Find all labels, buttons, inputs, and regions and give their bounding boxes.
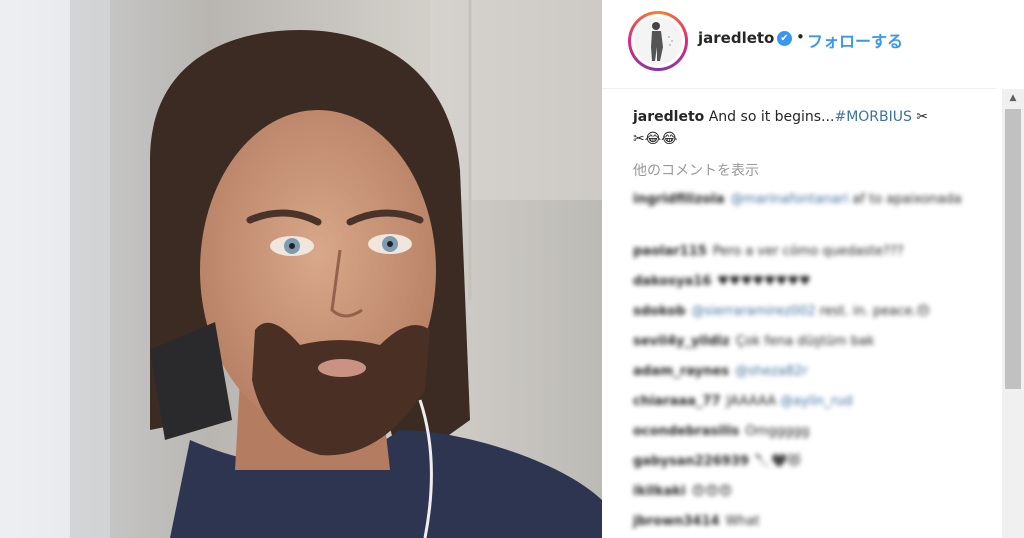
comment-mention[interactable]: @sierraramirez002 [692,304,816,319]
caption-text: And so it begins... [708,109,835,125]
comment-text: Omggggg [745,424,810,439]
post-header: jaredleto ✔ • フォローする [602,0,1024,88]
comment-username[interactable]: ocondebrasilis [633,424,739,439]
comment-text: 🔪🖤😻 [754,454,801,469]
post-caption: jaredleto And so it begins...#MORBIUS ✂ … [633,106,983,150]
comment-item: jbrown3414 What [633,511,973,538]
post-photo[interactable] [0,0,602,538]
comment-mention[interactable]: @sheza82r [735,364,808,379]
avatar-figure-icon [634,17,682,65]
comment-text: JAAAAA [726,394,781,409]
comments-scrollbar[interactable]: ▲ [1002,89,1024,538]
comment-list: ingridfilizola @marinafontanari af to apa… [633,189,973,538]
comment-item: paolar115 Pero a ver cómo quedaste??? [633,241,973,271]
comment-text: af to apaixonada [848,192,962,207]
comment-mention[interactable]: @marinafontanari [730,192,848,207]
comment-text: rest. in. peace.😔 [815,304,931,319]
comment-item: sevil4y_yildiz Çok fena düştüm bak [633,331,973,361]
caption-emoji-line2: ✂😂😂 [633,131,678,147]
avatar-image [634,17,682,65]
comment-item: sdokob @sierraramirez002 rest. in. peace.… [633,301,973,331]
comment-username[interactable]: ingridfilizola [633,192,724,207]
comment-item: gabysan226939 🔪🖤😻 [633,451,973,481]
avatar-frame [631,14,685,68]
caption-hashtag[interactable]: #MORBIUS [834,109,911,125]
comment-item: dakosya16 ♥♥♥♥♥♥♥♥ [633,271,973,301]
comment-username[interactable]: chiaraaa_77 [633,394,721,409]
caption-emoji: ✂ [911,109,929,125]
avatar[interactable] [628,11,688,71]
load-more-comments-button[interactable]: 他のコメントを表示 [633,160,759,180]
post-photo-illustration [0,0,602,538]
scrollbar-thumb[interactable] [1005,109,1021,389]
separator-dot: • [796,28,805,46]
comment-mention[interactable]: @aylin_rud [780,394,852,409]
comment-item: ingridfilizola @marinafontanari af to apa… [633,189,973,241]
comment-username[interactable]: sevil4y_yildiz [633,334,730,349]
comment-username[interactable]: dakosya16 [633,274,711,289]
comment-item: chiaraaa_77 JAAAAA @aylin_rud [633,391,973,421]
comment-username[interactable]: jbrown3414 [633,514,720,529]
comment-text: 😍😍😍 [691,484,733,499]
scroll-up-arrow-icon[interactable]: ▲ [1002,89,1024,107]
post-username[interactable]: jaredleto [698,29,774,47]
comment-item: adam_raynes @sheza82r [633,361,973,391]
comments-scroll-area[interactable]: jaredleto And so it begins...#MORBIUS ✂ … [602,89,1006,538]
comment-username[interactable]: sdokob [633,304,686,319]
comment-text: Pero a ver cómo quedaste??? [712,244,904,259]
post-side-panel: jaredleto ✔ • フォローする jaredleto And so it… [602,0,1024,538]
comment-username[interactable]: ikilkaki [633,484,686,499]
comment-username[interactable]: gabysan226939 [633,454,749,469]
caption-username[interactable]: jaredleto [633,109,704,125]
comment-item: ikilkaki 😍😍😍 [633,481,973,511]
comment-text: What [725,514,760,529]
comment-username[interactable]: paolar115 [633,244,707,259]
verified-badge-icon: ✔ [777,31,792,46]
comment-item: ocondebrasilis Omggggg [633,421,973,451]
comment-username[interactable]: adam_raynes [633,364,729,379]
follow-button[interactable]: フォローする [807,28,903,52]
comment-text: ♥♥♥♥♥♥♥♥ [717,274,811,289]
comment-text: Çok fena düştüm bak [735,334,875,349]
